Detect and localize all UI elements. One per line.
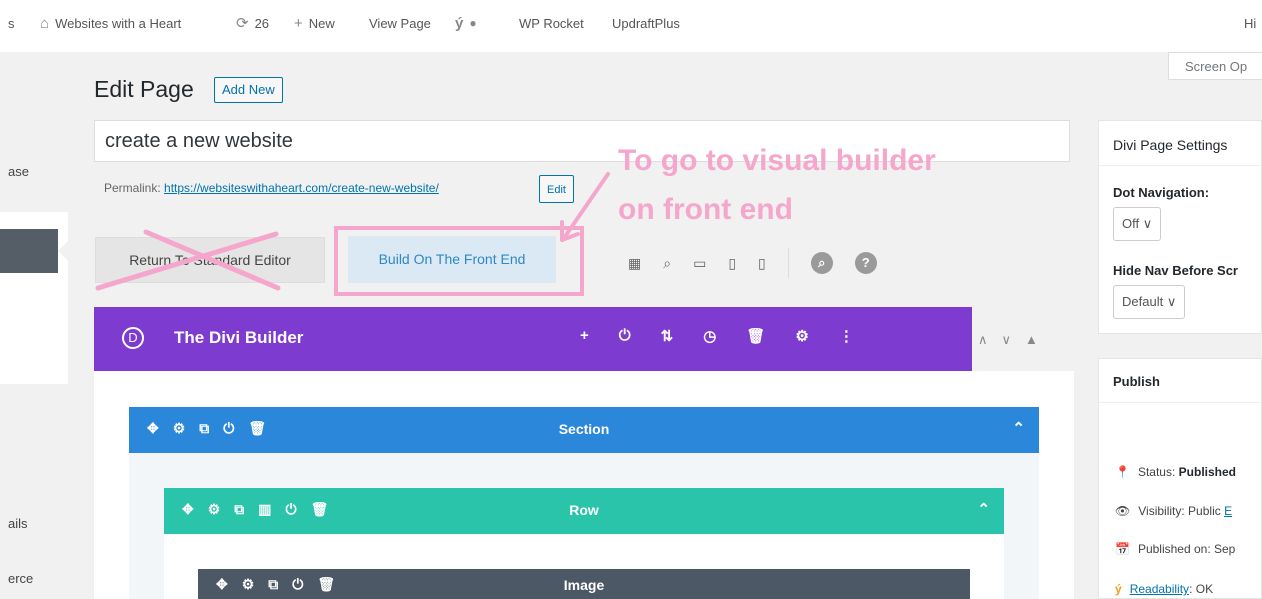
zoom-icon[interactable]: ⌕ xyxy=(663,255,671,272)
box-divider xyxy=(1099,402,1261,403)
divi-settings-box: Divi Page Settings Dot Navigation: Off ∨… xyxy=(1098,120,1262,334)
hide-nav-select[interactable]: Default ∨ xyxy=(1113,285,1186,319)
plus-icon: + xyxy=(294,15,303,32)
pin-icon: 📍 xyxy=(1115,465,1130,479)
annotation-line-2: on front end xyxy=(618,193,793,226)
yoast-icon: ý xyxy=(455,15,464,32)
module-label: Image xyxy=(563,577,605,593)
yoast-icon: ý xyxy=(1115,582,1122,596)
sidebar-item-partial-1[interactable]: ase xyxy=(8,164,29,179)
strikethrough-mark xyxy=(95,229,281,291)
yoast-link[interactable]: ý ● xyxy=(455,16,477,31)
divi-logo-icon: D xyxy=(122,327,144,349)
site-name-label: Websites with a Heart xyxy=(55,16,182,31)
visibility-edit-link[interactable]: E xyxy=(1224,504,1232,518)
history-icon[interactable]: ◷ xyxy=(703,327,716,345)
sidebar-item-partial-3[interactable]: erce xyxy=(8,571,33,586)
phone-icon[interactable]: ▯ xyxy=(758,255,766,272)
screen-options-button[interactable]: Screen Op xyxy=(1168,52,1262,80)
trash-icon[interactable]: 🗑 xyxy=(746,327,765,345)
divi-toolbar: + ⏻ ⇅ ◷ 🗑 ⚙ ⋮ xyxy=(580,327,854,345)
divi-builder-title: The Divi Builder xyxy=(174,328,304,347)
page-title: Edit Page xyxy=(94,76,194,102)
sort-icon[interactable]: ⇅ xyxy=(661,327,674,345)
annotation-text: To go to visual builder on front end xyxy=(618,136,936,234)
add-new-button[interactable]: Add New xyxy=(214,77,283,103)
updraftplus-link[interactable]: UpdraftPlus xyxy=(612,16,680,31)
published-on-text: Published on: Sep xyxy=(1137,542,1236,556)
published-on-row: 📅 Published on: Sep xyxy=(1115,542,1235,556)
status-dot-icon: ● xyxy=(469,16,477,30)
publish-box: Publish 📍 Status: Published 👁 Visibility… xyxy=(1098,358,1262,599)
chevron-up-icon[interactable]: ∧ xyxy=(978,332,988,348)
chevron-up-icon[interactable]: ⌃ xyxy=(1012,419,1025,437)
site-name-link[interactable]: ⌂ Websites with a Heart xyxy=(40,16,181,31)
readability-link[interactable]: Readability xyxy=(1130,582,1189,596)
updates-link[interactable]: ⟳ 26 xyxy=(236,16,269,31)
metabox-controls: ∧ ∨ ▲ xyxy=(978,332,1038,348)
status-label: Status: xyxy=(1137,465,1176,479)
hide-nav-value: Default xyxy=(1122,294,1164,309)
chevron-down-icon: ∨ xyxy=(1142,216,1153,231)
status-value: Published xyxy=(1178,465,1236,479)
row-header[interactable]: ✥ ⚙ ⧉ ▥ ⏻ 🗑 Row ⌃ xyxy=(164,488,1004,534)
dot-nav-value: Off xyxy=(1122,216,1140,231)
view-page-link[interactable]: View Page xyxy=(369,16,431,31)
status-row: 📍 Status: Published xyxy=(1115,465,1236,479)
annotation-line-1: To go to visual builder xyxy=(618,144,936,177)
visibility-row: 👁 Visibility: Public E xyxy=(1115,504,1232,518)
menu-dots-icon[interactable]: ⋮ xyxy=(839,327,854,345)
plus-icon[interactable]: + xyxy=(580,327,589,345)
admin-bar-partial-item[interactable]: s xyxy=(8,16,15,31)
publish-title: Publish xyxy=(1113,374,1160,389)
row-label: Row xyxy=(569,502,599,518)
tablet-icon[interactable]: ▯ xyxy=(728,255,736,272)
divi-builder-header: D The Divi Builder + ⏻ ⇅ ◷ 🗑 ⚙ ⋮ xyxy=(94,307,972,371)
new-content-link[interactable]: + New xyxy=(294,16,335,31)
toolbar-divider xyxy=(787,248,789,278)
hide-nav-label: Hide Nav Before Scr xyxy=(1113,263,1238,278)
view-mode-toolbar: ▦ ⌕ ▭ ▯ ▯ ⌕ ? xyxy=(628,248,877,278)
home-icon: ⌂ xyxy=(40,15,50,32)
desktop-icon[interactable]: ▭ xyxy=(693,255,706,272)
wireframe-icon[interactable]: ▦ xyxy=(628,255,641,272)
permalink-label: Permalink: xyxy=(104,181,161,195)
collapse-icon[interactable]: ▲ xyxy=(1025,332,1038,348)
eye-icon: 👁 xyxy=(1115,504,1131,518)
permalink: Permalink: https://websiteswithaheart.co… xyxy=(104,181,439,195)
chevron-up-icon[interactable]: ⌃ xyxy=(977,500,990,518)
sidebar-item-partial-2[interactable]: ails xyxy=(8,516,28,531)
main-content: Edit Page Add New create a new website P… xyxy=(68,52,1096,599)
search-icon[interactable]: ⌕ xyxy=(810,252,833,274)
updates-count: 26 xyxy=(254,16,270,31)
chevron-down-icon[interactable]: ∨ xyxy=(1002,332,1012,348)
power-icon[interactable]: ⏻ xyxy=(619,327,631,345)
help-icon[interactable]: ? xyxy=(854,252,877,274)
updates-icon: ⟳ xyxy=(236,15,249,32)
settings-title: Divi Page Settings xyxy=(1113,137,1228,153)
new-label: New xyxy=(308,16,335,31)
readability-value: : OK xyxy=(1189,582,1214,596)
sidebar-item-active[interactable] xyxy=(0,229,58,273)
visibility-label: Visibility: xyxy=(1138,504,1185,518)
calendar-icon: 📅 xyxy=(1115,542,1130,556)
section-label: Section xyxy=(558,421,610,437)
admin-bar: s ⌂ Websites with a Heart ⟳ 26 + New Vie… xyxy=(0,0,1262,52)
module-header[interactable]: ✥ ⚙ ⧉ ⏻ 🗑 Image xyxy=(198,569,970,599)
account-link[interactable]: Hi xyxy=(1244,16,1256,31)
annotation-arrow xyxy=(560,172,610,242)
chevron-down-icon: ∨ xyxy=(1166,294,1177,309)
highlight-box xyxy=(334,226,584,296)
permalink-link[interactable]: https://websiteswithaheart.com/create-ne… xyxy=(164,181,439,195)
readability-row: ý Readability: OK xyxy=(1115,582,1213,596)
visibility-value: Public xyxy=(1188,504,1221,518)
dot-nav-label: Dot Navigation: xyxy=(1113,185,1210,200)
section-header[interactable]: ✥ ⚙ ⧉ ⏻ 🗑 Section ⌃ xyxy=(129,407,1039,453)
gear-icon[interactable]: ⚙ xyxy=(795,327,808,345)
wp-rocket-link[interactable]: WP Rocket xyxy=(519,16,584,31)
dot-nav-select[interactable]: Off ∨ xyxy=(1113,207,1162,241)
box-divider xyxy=(1099,165,1261,166)
